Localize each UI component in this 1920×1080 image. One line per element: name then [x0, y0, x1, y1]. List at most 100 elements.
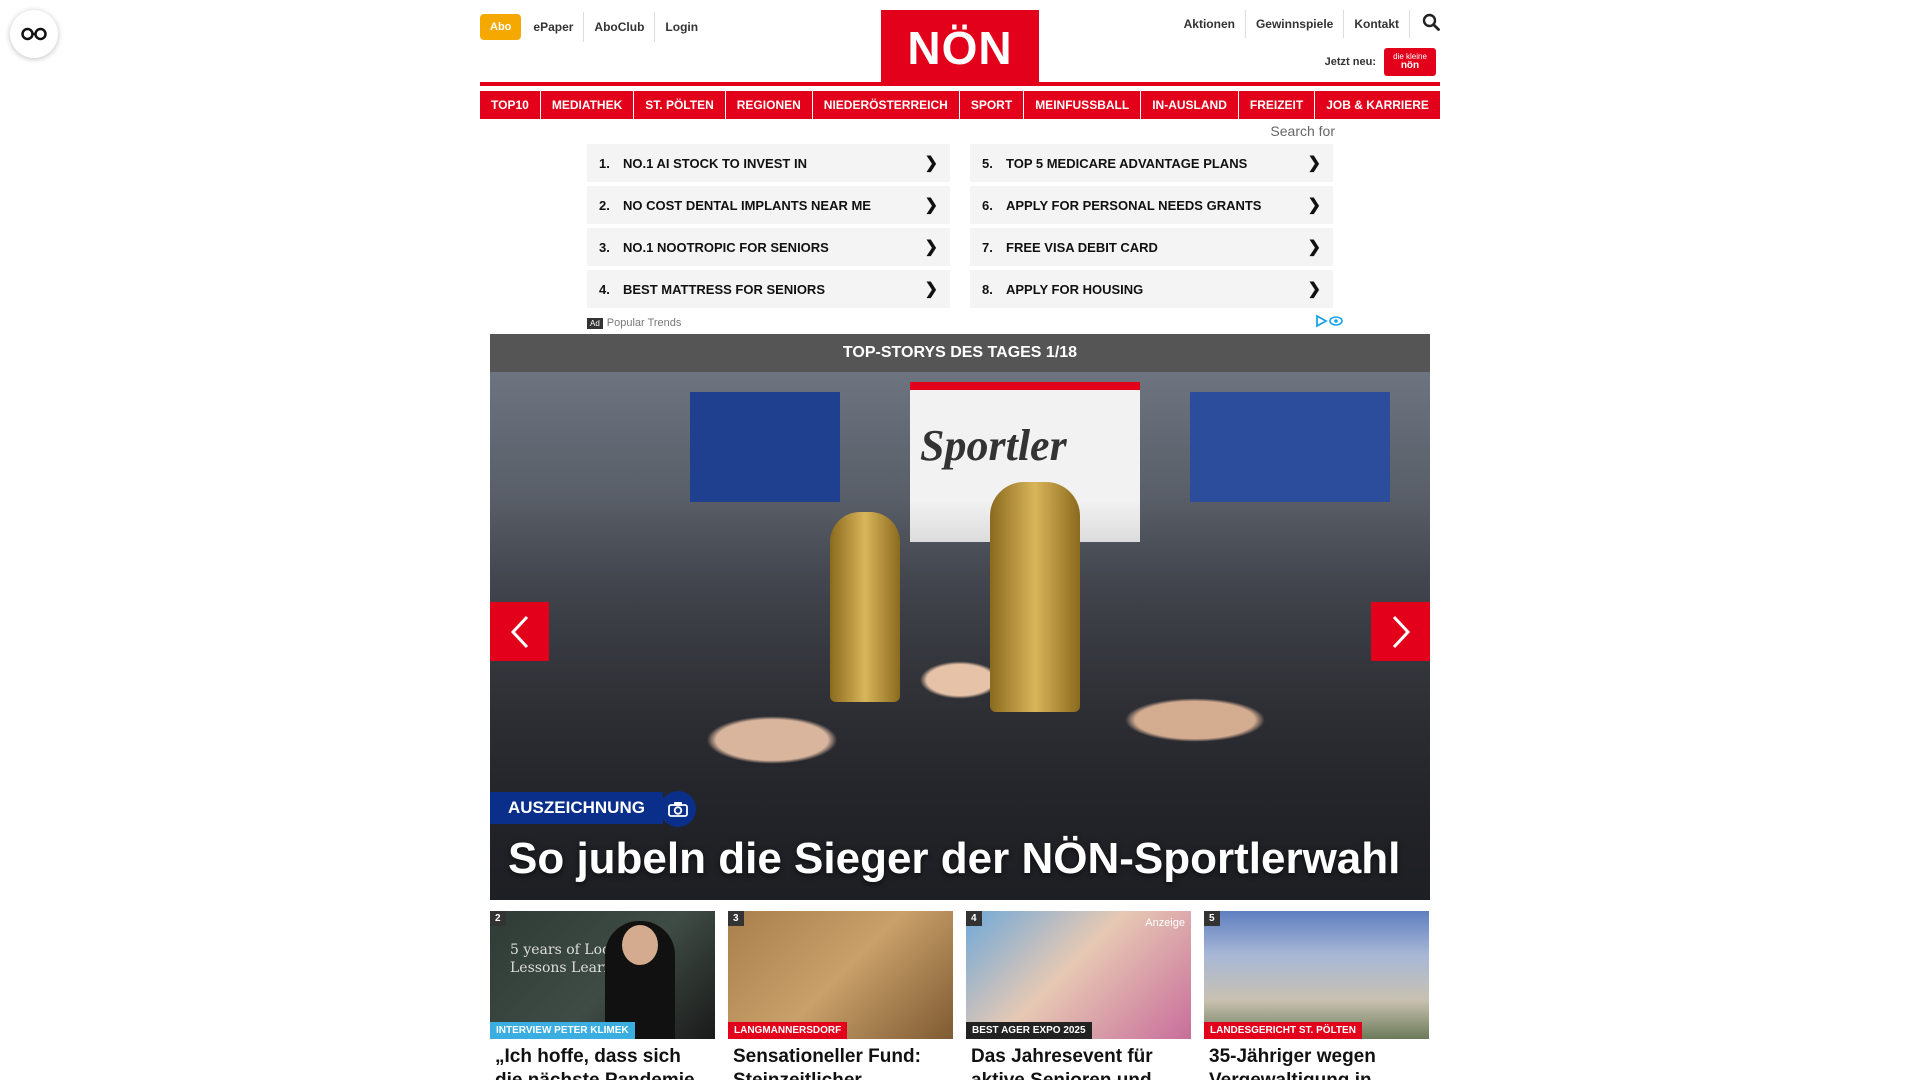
- ad-item-text: BEST MATTRESS FOR SENIORS: [623, 281, 825, 297]
- chevron-right-icon: ❯: [1307, 155, 1321, 172]
- ad-tag: Ad: [587, 317, 603, 329]
- ad-item-text: NO.1 NOOTROPIC FOR SENIORS: [623, 239, 829, 255]
- hero-headline[interactable]: So jubeln die Sieger der NÖN-Sportlerwah…: [508, 834, 1400, 884]
- accessibility-button[interactable]: [10, 10, 58, 58]
- chevron-right-icon: ❯: [1307, 239, 1321, 256]
- login-link[interactable]: Login: [654, 12, 708, 42]
- ad-item[interactable]: 6. APPLY FOR PERSONAL NEEDS GRANTS ❯: [970, 186, 1333, 224]
- ad-footer: Ad Popular Trends: [587, 314, 1343, 331]
- kleine-noen-badge[interactable]: die kleine nön: [1384, 48, 1436, 76]
- search-icon[interactable]: [1410, 13, 1440, 36]
- ad-grid: 1. NO.1 AI STOCK TO INVEST IN ❯ 5. TOP 5 ME…: [587, 144, 1343, 308]
- teaser-title: 35-Jähriger wegen Vergewaltigung in: [1209, 1046, 1376, 1080]
- adchoices-icon[interactable]: [1315, 314, 1343, 331]
- ad-item-number: 6.: [982, 197, 993, 213]
- hero-banner-right: [1190, 392, 1390, 502]
- teaser-title: Das Jahresevent für aktive Senioren und: [971, 1046, 1153, 1080]
- nav-item-top10[interactable]: TOP10: [480, 91, 540, 119]
- ad-source-label: Popular Trends: [606, 316, 682, 329]
- teaser-title: Sensationeller Fund: Steinzeitlicher Mam…: [733, 1046, 921, 1080]
- teaser-tag: BEST AGER EXPO 2025: [966, 1022, 1092, 1039]
- ad-block: 1. NO.1 AI STOCK TO INVEST IN ❯ 5. TOP 5 ME…: [587, 144, 1343, 331]
- aktionen-link[interactable]: Aktionen: [1174, 10, 1246, 38]
- nav-item-job-karriere[interactable]: JOB & KARRIERE: [1315, 91, 1440, 119]
- chevron-right-icon: ❯: [1307, 197, 1321, 214]
- ad-item[interactable]: 5. TOP 5 MEDICARE ADVANTAGE PLANS ❯: [970, 144, 1333, 182]
- badge-text: nön: [1400, 60, 1420, 71]
- nav-item-regionen[interactable]: REGIONEN: [725, 91, 812, 119]
- teaser-image: 5 years of Lockdown 5 Lessons Learned 2 …: [490, 911, 715, 1039]
- teaser-card[interactable]: 5 years of Lockdown 5 Lessons Learned 2 …: [490, 911, 715, 1080]
- teaser-number: 4: [966, 911, 982, 926]
- teaser-image: 3 LANGMANNERSDORF: [728, 911, 953, 1039]
- teaser-title: „Ich hoffe, dass sich die nächste Pandem…: [495, 1046, 695, 1080]
- abo-button[interactable]: Abo: [480, 14, 522, 40]
- top-right-links: Aktionen Gewinnspiele Kontakt: [1174, 10, 1440, 38]
- hero-story[interactable]: Sportler AUSZEICHNUNG So jubeln die Sieg…: [490, 372, 1430, 900]
- ad-item-number: 7.: [982, 239, 993, 255]
- teaser-number: 3: [728, 911, 744, 926]
- ad-item-text: FREE VISA DEBIT CARD: [1006, 239, 1158, 255]
- main-nav: TOP10 MEDIATHEK ST. PÖLTEN REGIONEN NIED…: [480, 91, 1440, 119]
- hero-banner-text: Sportler: [920, 421, 1067, 470]
- nav-item-sport[interactable]: SPORT: [959, 91, 1024, 119]
- nav-item-niederoesterreich[interactable]: NIEDERÖSTERREICH: [812, 91, 959, 119]
- top-stories: TOP-STORYS DES TAGES 1/18 Sportler AUSZE…: [490, 334, 1430, 900]
- teaser-row: 5 years of Lockdown 5 Lessons Learned 2 …: [490, 911, 1430, 1080]
- teaser-tag: LANGMANNERSDORF: [728, 1022, 848, 1039]
- trophy-right: [990, 482, 1080, 712]
- ad-item[interactable]: 8. APPLY FOR HOUSING ❯: [970, 270, 1333, 308]
- aboclub-link[interactable]: AboClub: [583, 12, 654, 42]
- ad-item-text: APPLY FOR PERSONAL NEEDS GRANTS: [1006, 197, 1262, 213]
- hero-category[interactable]: AUSZEICHNUNG: [490, 792, 663, 824]
- anzeige-label: Anzeige: [1145, 917, 1185, 929]
- nav-item-freizeit[interactable]: FREIZEIT: [1238, 91, 1315, 119]
- ad-item-text: APPLY FOR HOUSING: [1006, 281, 1144, 297]
- teaser-image: 5 LANDESGERICHT ST. PÖLTEN: [1204, 911, 1429, 1039]
- ad-item[interactable]: 2. NO COST DENTAL IMPLANTS NEAR ME ❯: [587, 186, 950, 224]
- ad-item-text: NO.1 AI STOCK TO INVEST IN: [623, 155, 807, 171]
- hero-banner-left: [690, 392, 840, 502]
- site-logo[interactable]: NÖN: [881, 10, 1039, 84]
- glasses-icon: [21, 27, 47, 41]
- page: Abo ePaper AboClub Login NÖN Aktionen Ge…: [480, 0, 1440, 1080]
- top-stories-heading: TOP-STORYS DES TAGES 1/18: [490, 334, 1430, 372]
- nav-item-meinfussball[interactable]: MEINFUSSBALL: [1024, 91, 1141, 119]
- ad-item[interactable]: 7. FREE VISA DEBIT CARD ❯: [970, 228, 1333, 266]
- nav-item-mediathek[interactable]: MEDIATHEK: [540, 91, 634, 119]
- search-for-label: Search for: [1270, 123, 1335, 139]
- nav-item-st-poelten[interactable]: ST. PÖLTEN: [634, 91, 725, 119]
- teaser-card[interactable]: 3 LANGMANNERSDORF Sensationeller Fund: S…: [728, 911, 953, 1080]
- ad-item-number: 8.: [982, 281, 993, 297]
- chevron-left-icon: [510, 615, 528, 648]
- kontakt-link[interactable]: Kontakt: [1344, 10, 1410, 38]
- ad-item[interactable]: 1. NO.1 AI STOCK TO INVEST IN ❯: [587, 144, 950, 182]
- jetzt-neu: Jetzt neu: die kleine nön: [1325, 48, 1436, 76]
- chevron-right-icon: ❯: [924, 281, 938, 298]
- chevron-right-icon: ❯: [924, 155, 938, 172]
- ad-source[interactable]: Ad Popular Trends: [587, 317, 681, 329]
- slider-prev-button[interactable]: [490, 602, 549, 661]
- ad-item[interactable]: 4. BEST MATTRESS FOR SENIORS ❯: [587, 270, 950, 308]
- trophy-left: [830, 512, 900, 702]
- chevron-right-icon: ❯: [924, 239, 938, 256]
- ad-item-number: 1.: [599, 155, 610, 171]
- gewinnspiele-link[interactable]: Gewinnspiele: [1246, 10, 1345, 38]
- slider-next-button[interactable]: [1371, 602, 1430, 661]
- teaser-tag: LANDESGERICHT ST. PÖLTEN: [1204, 1022, 1362, 1039]
- top-left-links: Abo ePaper AboClub Login: [480, 12, 708, 42]
- ad-item-text: TOP 5 MEDICARE ADVANTAGE PLANS: [1006, 155, 1248, 171]
- epaper-link[interactable]: ePaper: [523, 12, 583, 42]
- chevron-right-icon: ❯: [1307, 281, 1321, 298]
- teaser-card[interactable]: 4 Anzeige BEST AGER EXPO 2025 Das Jahres…: [966, 911, 1191, 1080]
- chevron-right-icon: [1392, 615, 1410, 648]
- camera-icon: [660, 791, 696, 827]
- ad-item[interactable]: 3. NO.1 NOOTROPIC FOR SENIORS ❯: [587, 228, 950, 266]
- teaser-image: 4 Anzeige BEST AGER EXPO 2025: [966, 911, 1191, 1039]
- teaser-tag: INTERVIEW PETER KLIMEK: [490, 1022, 635, 1039]
- site-header: Abo ePaper AboClub Login NÖN Aktionen Ge…: [480, 0, 1440, 86]
- teaser-number: 5: [1204, 911, 1220, 926]
- nav-item-in-ausland[interactable]: IN-AUSLAND: [1141, 91, 1238, 119]
- header-divider: [480, 82, 1440, 86]
- teaser-card[interactable]: 5 LANDESGERICHT ST. PÖLTEN 35-Jähriger w…: [1204, 911, 1429, 1080]
